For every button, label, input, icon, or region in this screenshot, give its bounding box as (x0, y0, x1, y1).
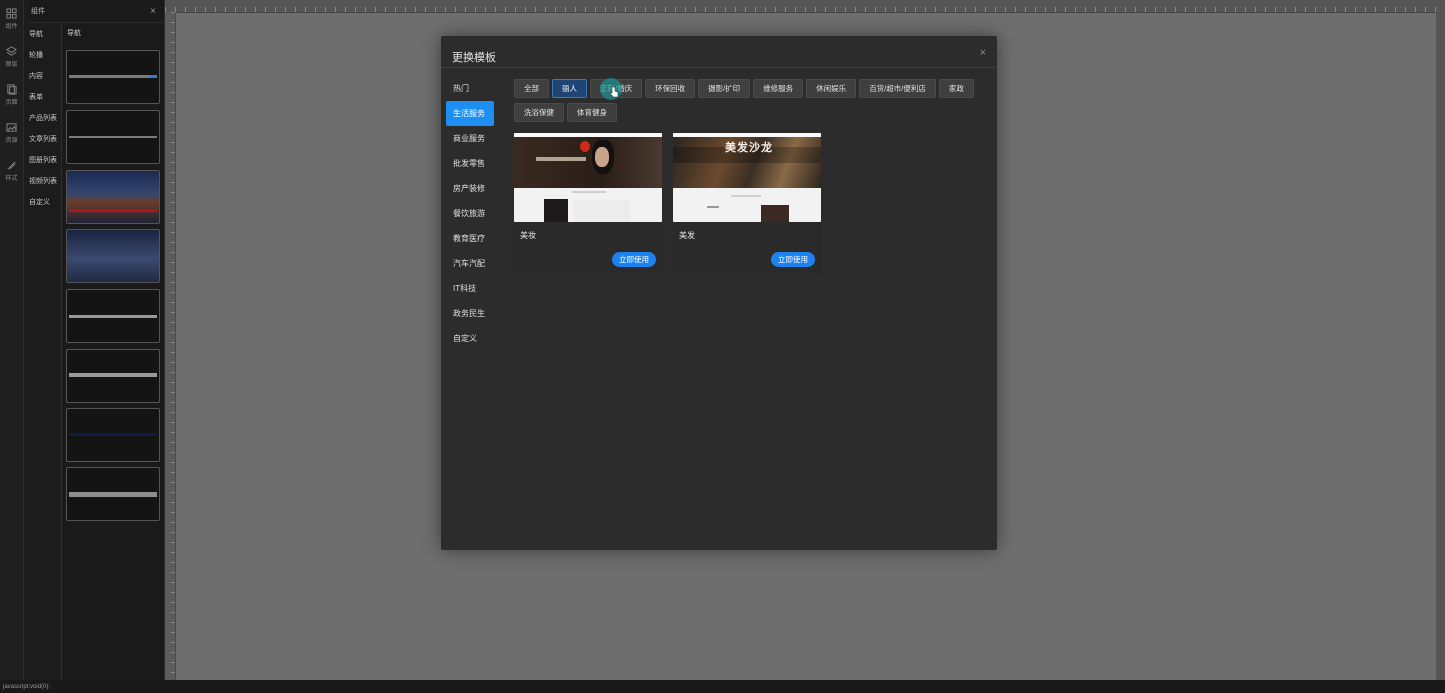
rail-item-layers[interactable]: 图层 (0, 38, 23, 76)
component-panel: 导航 (62, 0, 165, 693)
canvas-scrollbar[interactable] (1436, 12, 1445, 680)
image-icon (6, 123, 17, 132)
rail-label: 资源 (5, 138, 18, 144)
category-item[interactable]: 内容 (24, 66, 61, 87)
close-icon[interactable]: × (980, 47, 986, 59)
template-preview-image: 美发沙龙 (673, 133, 821, 222)
vertical-ruler (165, 12, 176, 680)
tag-button[interactable]: 百货/超市/便利店 (859, 79, 936, 98)
template-tags: 全部丽人定制/婚庆环保回收摄影/扩印维修服务休闲娱乐百货/超市/便利店家政 洗浴… (514, 79, 984, 127)
category-item[interactable]: 文章列表 (24, 129, 61, 150)
industry-item[interactable]: 餐饮旅游 (446, 201, 494, 226)
template-card[interactable]: 美妆 立即使用 (514, 133, 662, 275)
cursor-highlight (600, 78, 622, 100)
template-name: 美妆 (520, 231, 536, 240)
category-item[interactable]: 图册列表 (24, 150, 61, 171)
template-preview-image (514, 133, 662, 222)
rail-item-components[interactable]: 组件 (0, 0, 23, 38)
left-rail: 组件 图层 页面 资源 样式 (0, 0, 24, 693)
industry-item[interactable]: 汽车汽配 (446, 251, 494, 276)
industry-item[interactable]: 批发零售 (446, 151, 494, 176)
tag-button[interactable]: 休闲娱乐 (806, 79, 857, 98)
brush-icon (7, 161, 16, 170)
tag-button[interactable]: 全部 (514, 79, 549, 98)
component-thumbnail[interactable] (66, 467, 160, 521)
modal-divider (441, 67, 997, 68)
component-thumbnail[interactable] (66, 170, 160, 224)
industry-item[interactable]: 政务民生 (446, 301, 494, 326)
close-icon[interactable]: × (148, 0, 156, 24)
rail-label: 页面 (5, 100, 18, 106)
rail-label: 样式 (5, 176, 18, 182)
category-item[interactable]: 轮播 (24, 45, 61, 66)
page-icon (7, 84, 17, 95)
tag-button[interactable]: 洗浴保健 (514, 103, 564, 122)
component-thumbnail[interactable] (66, 229, 160, 283)
tag-button[interactable]: 家政 (938, 79, 974, 98)
component-thumbnail[interactable] (66, 349, 160, 403)
tag-button-active[interactable]: 丽人 (552, 79, 587, 98)
industry-item[interactable]: 房产装修 (446, 176, 494, 201)
industry-item[interactable]: 教育医疗 (446, 226, 494, 251)
bottom-bar (0, 680, 1445, 693)
layers-icon (6, 46, 17, 56)
component-thumbnail[interactable] (66, 408, 160, 462)
tag-button[interactable]: 环保回收 (645, 79, 696, 98)
category-item[interactable]: 导航 (24, 24, 61, 45)
grid-icon (6, 8, 17, 19)
use-now-button[interactable]: 立即使用 (612, 252, 656, 267)
rail-label: 组件 (5, 24, 18, 30)
component-thumbnail[interactable] (66, 50, 160, 104)
hand-cursor-icon (609, 86, 619, 98)
panel-header: 组件 × (29, 0, 164, 23)
template-industry-list: 热门 生活服务 商业服务 批发零售 房产装修 餐饮旅游 教育医疗 汽车汽配 IT… (446, 76, 494, 351)
rail-label: 图层 (5, 62, 18, 68)
industry-item[interactable]: 商业服务 (446, 126, 494, 151)
industry-item[interactable]: IT科技 (446, 276, 494, 301)
rail-item-pages[interactable]: 页面 (0, 76, 23, 114)
rail-item-styles[interactable]: 样式 (0, 152, 23, 190)
component-thumbnail[interactable] (66, 110, 160, 164)
industry-item[interactable]: 自定义 (446, 326, 494, 351)
industry-item[interactable]: 热门 (446, 76, 494, 101)
modal-title: 更换模板 (452, 52, 496, 64)
category-item[interactable]: 自定义 (24, 192, 61, 213)
template-name: 美发 (679, 231, 695, 240)
template-card[interactable]: 美发沙龙 美发 立即使用 (673, 133, 821, 275)
category-item[interactable]: 视频列表 (24, 171, 61, 192)
component-categories: 导航 轮播 内容 表单 产品列表 文章列表 图册列表 视频列表 自定义 (24, 0, 62, 693)
component-thumbnail[interactable] (66, 289, 160, 343)
change-template-modal: 更换模板 × 热门 生活服务 商业服务 批发零售 房产装修 餐饮旅游 教育医疗 … (441, 36, 997, 550)
banner-text: 美发沙龙 (725, 142, 773, 154)
status-text: javascript:void(0); (3, 684, 51, 690)
tag-button[interactable]: 体育健身 (567, 103, 617, 122)
category-item[interactable]: 表单 (24, 87, 61, 108)
panel-title: 组件 (31, 8, 45, 15)
tag-button[interactable]: 摄影/扩印 (698, 79, 751, 98)
industry-item-active[interactable]: 生活服务 (446, 101, 494, 126)
rail-item-resources[interactable]: 资源 (0, 114, 23, 152)
tag-button[interactable]: 维修服务 (753, 79, 804, 98)
use-now-button[interactable]: 立即使用 (771, 252, 815, 267)
horizontal-ruler (165, 0, 1445, 13)
category-item[interactable]: 产品列表 (24, 108, 61, 129)
